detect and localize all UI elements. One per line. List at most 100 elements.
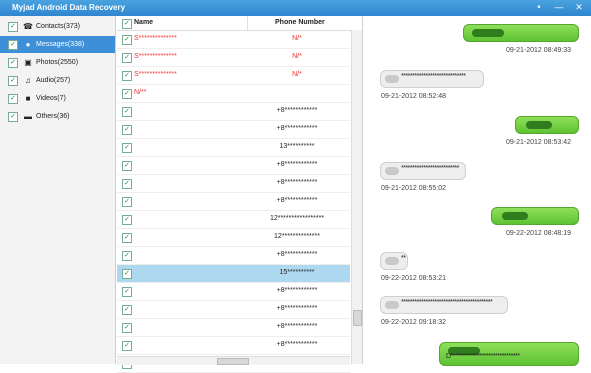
phone-number: +8************ [276, 125, 318, 132]
table-row[interactable]: ✓ +8************ [117, 319, 350, 337]
scroll-thumb[interactable] [353, 310, 362, 326]
checkbox-icon[interactable]: ✓ [8, 39, 18, 50]
phone-number: +8************ [276, 161, 318, 168]
table-row[interactable]: ✓ 15********** [117, 265, 350, 283]
sent-message-bubble[interactable]: D******************************* [439, 342, 579, 366]
sent-message-bubble[interactable] [463, 24, 579, 42]
row-checkbox[interactable]: ✓ [122, 197, 132, 207]
table-row[interactable]: ✓ 12***************** [117, 211, 350, 229]
row-checkbox[interactable]: ✓ [122, 251, 132, 261]
row-checkbox[interactable]: ✓ [122, 89, 132, 99]
table-row[interactable]: ✓ N/** [117, 85, 350, 103]
sidebar-item-photos[interactable]: ✓ ▣ Photos(2550) [0, 54, 115, 71]
table-row[interactable]: ✓ S************** N/* [117, 49, 350, 67]
minimize-button[interactable]: — [551, 1, 567, 14]
redacted-text [385, 75, 399, 83]
table-row[interactable]: ✓ +8************ [117, 193, 350, 211]
table-row[interactable]: ✓ +8************ [117, 175, 350, 193]
phone-column-header[interactable]: Phone Number [275, 19, 325, 26]
table-row[interactable]: ✓ +8************ [117, 157, 350, 175]
row-checkbox[interactable]: ✓ [122, 287, 132, 297]
row-checkbox[interactable]: ✓ [122, 269, 132, 279]
row-checkbox[interactable]: ✓ [122, 161, 132, 171]
table-row[interactable]: ✓ +8************ [117, 301, 350, 319]
received-message-bubble[interactable]: ************************** [380, 162, 466, 180]
list-vertical-scrollbar[interactable] [351, 30, 362, 364]
app-title: Myjad Android Data Recovery [12, 3, 126, 12]
sent-message-bubble[interactable] [491, 207, 579, 225]
received-message-bubble[interactable]: ****************************************… [380, 296, 508, 314]
checkbox-icon[interactable]: ✓ [8, 93, 18, 104]
table-row[interactable]: ✓ +8************ [117, 337, 350, 355]
message-panel: 09-21-2012 08:49:33 *********************… [363, 16, 591, 366]
phone-number: 12***************** [269, 215, 325, 222]
redacted-text [526, 121, 552, 129]
table-row[interactable]: ✓ S************** N/* [117, 31, 350, 49]
contact-name: S************** [134, 53, 177, 60]
photos-icon: ▣ [24, 57, 32, 67]
row-checkbox[interactable]: ✓ [122, 305, 132, 315]
table-row[interactable]: ✓ +8************ [117, 103, 350, 121]
phone-number: +8************ [276, 323, 318, 330]
row-checkbox[interactable]: ✓ [122, 53, 132, 63]
phone-number: +8************ [276, 287, 318, 294]
sidebar-item-messages[interactable]: ✓ ● Messages(338) [0, 36, 115, 53]
phone-number: N/* [292, 53, 302, 60]
row-checkbox[interactable]: ✓ [122, 233, 132, 243]
received-message-bubble[interactable]: ** [380, 252, 408, 270]
sidebar-item-videos[interactable]: ✓ ■ Videos(7) [0, 90, 115, 107]
sidebar-item-audio[interactable]: ✓ ♫ Audio(257) [0, 72, 115, 89]
checkbox-icon[interactable]: ✓ [8, 21, 18, 32]
name-column-header[interactable]: Name [134, 19, 153, 26]
row-checkbox[interactable]: ✓ [122, 215, 132, 225]
list-header: ✓ Name Phone Number [117, 16, 362, 31]
category-sidebar: ✓ ☎ Contacts(373) ✓ ● Messages(338) ✓ ▣ Photos(2… [0, 16, 116, 364]
table-row[interactable]: ✓ +8************ [117, 121, 350, 139]
row-checkbox[interactable]: ✓ [122, 323, 132, 333]
sidebar-item-folder[interactable]: ✓ ▬ Others(36) [0, 108, 115, 125]
message-timestamp: 09-22-2012 08:48:19 [506, 230, 571, 237]
phone-number: 12************** [274, 233, 320, 240]
sidebar-item-contacts[interactable]: ✓ ☎ Contacts(373) [0, 18, 115, 35]
message-timestamp: 09-21-2012 08:49:33 [506, 47, 571, 54]
row-checkbox[interactable]: ✓ [122, 125, 132, 135]
redacted-text [385, 301, 399, 309]
column-divider[interactable] [247, 16, 248, 30]
table-row[interactable]: ✓ 12************** [117, 229, 350, 247]
sidebar-item-label: Contacts(373) [36, 23, 80, 30]
row-checkbox[interactable]: ✓ [122, 341, 132, 351]
checkbox-icon[interactable]: ✓ [8, 75, 18, 86]
message-timestamp: 09-21-2012 08:53:42 [506, 139, 571, 146]
table-row[interactable]: ✓ +8************ [117, 283, 350, 301]
row-checkbox[interactable]: ✓ [122, 35, 132, 45]
row-checkbox[interactable]: ✓ [122, 143, 132, 153]
sidebar-item-label: Messages(338) [36, 41, 85, 48]
folder-icon: ▬ [24, 111, 32, 121]
row-checkbox[interactable]: ✓ [122, 71, 132, 81]
contacts-icon: ☎ [23, 21, 33, 31]
table-row[interactable]: ✓ S************** N/* [117, 67, 350, 85]
checkbox-icon[interactable]: ✓ [8, 57, 18, 68]
table-row[interactable]: ✓ 13********** [117, 139, 350, 157]
table-row[interactable]: ✓ +8************ [117, 247, 350, 265]
sent-message-bubble[interactable] [515, 116, 579, 134]
message-text: ************************** [401, 165, 459, 172]
settings-icon[interactable]: • [531, 1, 547, 14]
title-bar: Myjad Android Data Recovery • — ✕ [0, 0, 591, 16]
phone-number: +8************ [276, 305, 318, 312]
sidebar-item-label: Others(36) [36, 113, 70, 120]
phone-number: +8************ [276, 107, 318, 114]
row-checkbox[interactable]: ✓ [122, 107, 132, 117]
checkbox-icon[interactable]: ✓ [8, 111, 18, 122]
select-all-checkbox[interactable]: ✓ [122, 19, 132, 29]
redacted-text [472, 29, 504, 37]
message-text: ****************************************… [401, 299, 493, 306]
row-checkbox[interactable]: ✓ [122, 179, 132, 189]
message-timestamp: 09-22-2012 09:18:32 [381, 319, 446, 326]
thread-list: ✓ Name Phone Number ✓ S************** N/* ✓… [117, 16, 363, 373]
phone-number: +8************ [276, 197, 318, 204]
received-message-bubble[interactable]: ***************************** [380, 70, 484, 88]
redacted-text [502, 212, 528, 220]
close-button[interactable]: ✕ [571, 1, 587, 14]
message-timestamp: 09-22-2012 08:53:21 [381, 275, 446, 282]
